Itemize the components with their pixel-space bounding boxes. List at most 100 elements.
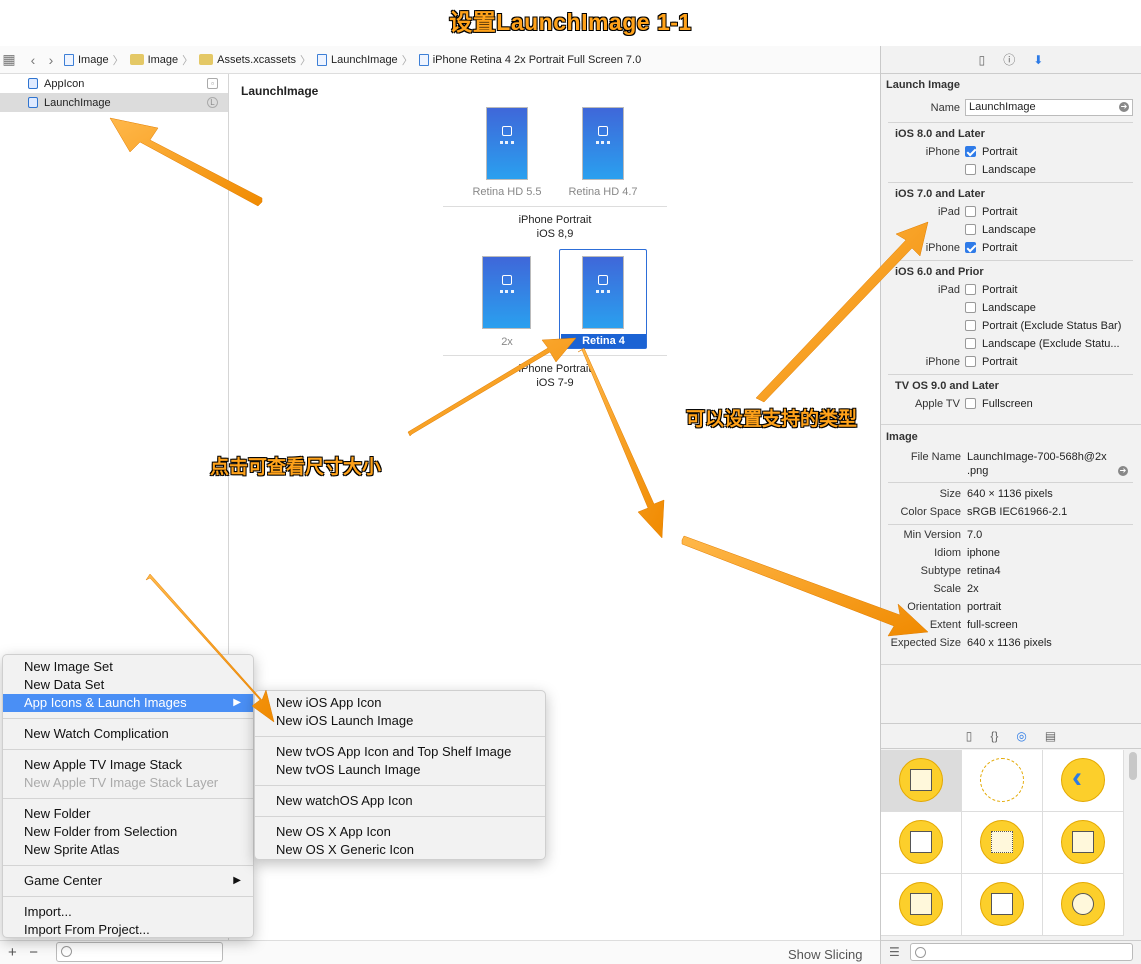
library-item[interactable] bbox=[881, 812, 962, 874]
menu-item-new-data-set[interactable]: New Data Set bbox=[3, 676, 253, 694]
menu-item-new-watch-complication[interactable]: New Watch Complication bbox=[3, 725, 253, 743]
code-snippet-icon[interactable]: {} bbox=[990, 729, 998, 743]
checkbox-label: Portrait bbox=[982, 356, 1018, 368]
show-slicing-button[interactable]: Show Slicing bbox=[788, 947, 862, 962]
detail-value: 640 × 1136 pixels bbox=[967, 488, 1053, 500]
section-title: iOS 7.0 and Later bbox=[895, 188, 985, 200]
library-item[interactable] bbox=[962, 750, 1043, 812]
library-scrollbar[interactable] bbox=[1129, 752, 1137, 780]
grid-icon[interactable]: ▦ bbox=[0, 51, 18, 68]
menu-item-new-folder-from-selection[interactable]: New Folder from Selection bbox=[3, 823, 253, 841]
menu-item-new-sprite-atlas[interactable]: New Sprite Atlas bbox=[3, 841, 253, 859]
name-value: LaunchImage bbox=[969, 101, 1036, 113]
breadcrumb-project[interactable]: Image 〉 bbox=[64, 52, 124, 68]
launch-image-icon bbox=[317, 53, 328, 66]
divider bbox=[888, 122, 1133, 123]
checkbox-label: Portrait bbox=[982, 206, 1018, 218]
list-view-icon[interactable]: ☰ bbox=[889, 945, 900, 959]
detail-label: Expected Size bbox=[890, 637, 961, 649]
menu-separator bbox=[3, 749, 253, 750]
ios6-landscape-excl-checkbox[interactable] bbox=[965, 338, 976, 349]
object-library-icon[interactable]: ◎ bbox=[1016, 729, 1026, 743]
library-item[interactable] bbox=[1043, 812, 1124, 874]
ios8-landscape-checkbox[interactable] bbox=[965, 164, 976, 175]
launch-image-icon bbox=[418, 53, 429, 66]
launch-image-icon bbox=[28, 97, 38, 108]
library-item[interactable] bbox=[1043, 874, 1124, 936]
menu-item-new-ios-app-icon[interactable]: New iOS App Icon bbox=[255, 694, 545, 712]
breadcrumb-slot[interactable]: iPhone Retina 4 2x Portrait Full Screen … bbox=[418, 53, 642, 66]
divider bbox=[881, 664, 1141, 665]
menu-item-new-watchos-app-icon[interactable]: New watchOS App Icon bbox=[255, 792, 545, 810]
ios6-portrait-checkbox[interactable] bbox=[965, 284, 976, 295]
list-item-launchimage[interactable]: LaunchImage L bbox=[0, 93, 228, 112]
menu-item-new-folder[interactable]: New Folder bbox=[3, 805, 253, 823]
group-label-line1: iPhone Portrait bbox=[518, 363, 592, 375]
name-field[interactable]: LaunchImage ➔ bbox=[965, 99, 1133, 116]
idiom-label: iPad bbox=[937, 284, 960, 296]
menu-item-new-tvos-app-icon[interactable]: New tvOS App Icon and Top Shelf Image bbox=[255, 743, 545, 761]
menu-item-new-tvos-launch-image[interactable]: New tvOS Launch Image bbox=[255, 761, 545, 779]
list-item-label: LaunchImage bbox=[44, 96, 111, 109]
go-arrow-icon[interactable]: ➔ bbox=[1119, 102, 1129, 112]
library-filter-input[interactable] bbox=[910, 943, 1133, 961]
filter-icon bbox=[915, 947, 926, 958]
menu-item-import-from-project[interactable]: Import From Project... bbox=[3, 921, 253, 939]
add-remove-buttons[interactable]: + − bbox=[8, 944, 38, 961]
menu-item-new-ios-launch-image[interactable]: New iOS Launch Image bbox=[255, 712, 545, 730]
menu-item-new-osx-app-icon[interactable]: New OS X App Icon bbox=[255, 823, 545, 841]
library-item[interactable] bbox=[881, 750, 962, 812]
tvos-fullscreen-checkbox[interactable] bbox=[965, 398, 976, 409]
menu-item-game-center[interactable]: Game Center ▶ bbox=[3, 872, 253, 890]
section-title: iOS 8.0 and Later bbox=[895, 128, 985, 140]
ios7-iphone-portrait-checkbox[interactable] bbox=[965, 242, 976, 253]
menu-item-import[interactable]: Import... bbox=[3, 903, 253, 921]
breadcrumb-label: iPhone Retina 4 2x Portrait Full Screen … bbox=[432, 53, 642, 66]
ios7-ipad-portrait-checkbox[interactable] bbox=[965, 206, 976, 217]
divider bbox=[443, 355, 667, 356]
checkbox-label: Fullscreen bbox=[982, 398, 1033, 410]
annotation-title: 设置LaunchImage 1-1 bbox=[449, 9, 692, 35]
library-item[interactable] bbox=[962, 812, 1043, 874]
ios6-landscape-checkbox[interactable] bbox=[965, 302, 976, 313]
library-item[interactable] bbox=[881, 874, 962, 936]
slot-retina-hd-55-image[interactable] bbox=[486, 107, 528, 180]
attributes-inspector-icon[interactable]: ⬇ bbox=[1033, 53, 1043, 67]
slot-label: Retina HD 5.5 bbox=[472, 186, 542, 198]
filter-input[interactable] bbox=[56, 942, 223, 962]
menu-item-new-osx-generic-icon[interactable]: New OS X Generic Icon bbox=[255, 841, 545, 859]
launch-badge-icon: L bbox=[207, 97, 218, 108]
divider bbox=[888, 374, 1133, 375]
file-inspector-icon[interactable]: ▯ bbox=[979, 53, 986, 67]
idiom-label: iPhone bbox=[925, 356, 960, 368]
breadcrumb-launchimage[interactable]: LaunchImage 〉 bbox=[317, 52, 413, 68]
ios6-portrait-excl-checkbox[interactable] bbox=[965, 320, 976, 331]
ios7-ipad-landscape-checkbox[interactable] bbox=[965, 224, 976, 235]
detail-value: portrait bbox=[967, 601, 1002, 613]
file-template-icon[interactable]: ▯ bbox=[966, 729, 973, 743]
breadcrumb-folder[interactable]: Image 〉 bbox=[129, 52, 193, 68]
menu-item-app-icons-launch-images[interactable]: App Icons & Launch Images ▶ bbox=[3, 694, 253, 712]
media-library-icon[interactable]: ▤ bbox=[1045, 729, 1056, 743]
library-item[interactable] bbox=[962, 874, 1043, 936]
divider bbox=[443, 206, 667, 207]
ios6-iphone-portrait-checkbox[interactable] bbox=[965, 356, 976, 367]
list-item-appicon[interactable]: AppIcon ▫ bbox=[0, 74, 228, 93]
slot-2x-image[interactable] bbox=[482, 256, 531, 329]
menu-item-new-image-set[interactable]: New Image Set bbox=[3, 658, 253, 676]
slot-retina-hd-47-image[interactable] bbox=[582, 107, 624, 180]
quick-help-icon[interactable]: ⓘ bbox=[1003, 51, 1015, 68]
menu-separator bbox=[3, 865, 253, 866]
breadcrumb-assets[interactable]: Assets.xcassets 〉 bbox=[199, 52, 311, 68]
checkbox-label: Portrait (Exclude Status Bar) bbox=[982, 320, 1122, 332]
reveal-arrow-icon[interactable]: ➔ bbox=[1118, 466, 1128, 476]
detail-value: 640 x 1136 pixels bbox=[967, 637, 1052, 649]
ios8-portrait-checkbox[interactable] bbox=[965, 146, 976, 157]
forward-arrow-icon[interactable]: › bbox=[42, 52, 60, 68]
library-item[interactable]: ‹ bbox=[1043, 750, 1124, 812]
checkbox-label: Landscape (Exclude Statu... bbox=[982, 338, 1120, 350]
slot-retina-4-image[interactable] bbox=[582, 256, 624, 329]
detail-label: Orientation bbox=[907, 601, 961, 613]
back-arrow-icon[interactable]: ‹ bbox=[24, 52, 42, 68]
menu-item-new-apple-tv-image-stack[interactable]: New Apple TV Image Stack bbox=[3, 756, 253, 774]
